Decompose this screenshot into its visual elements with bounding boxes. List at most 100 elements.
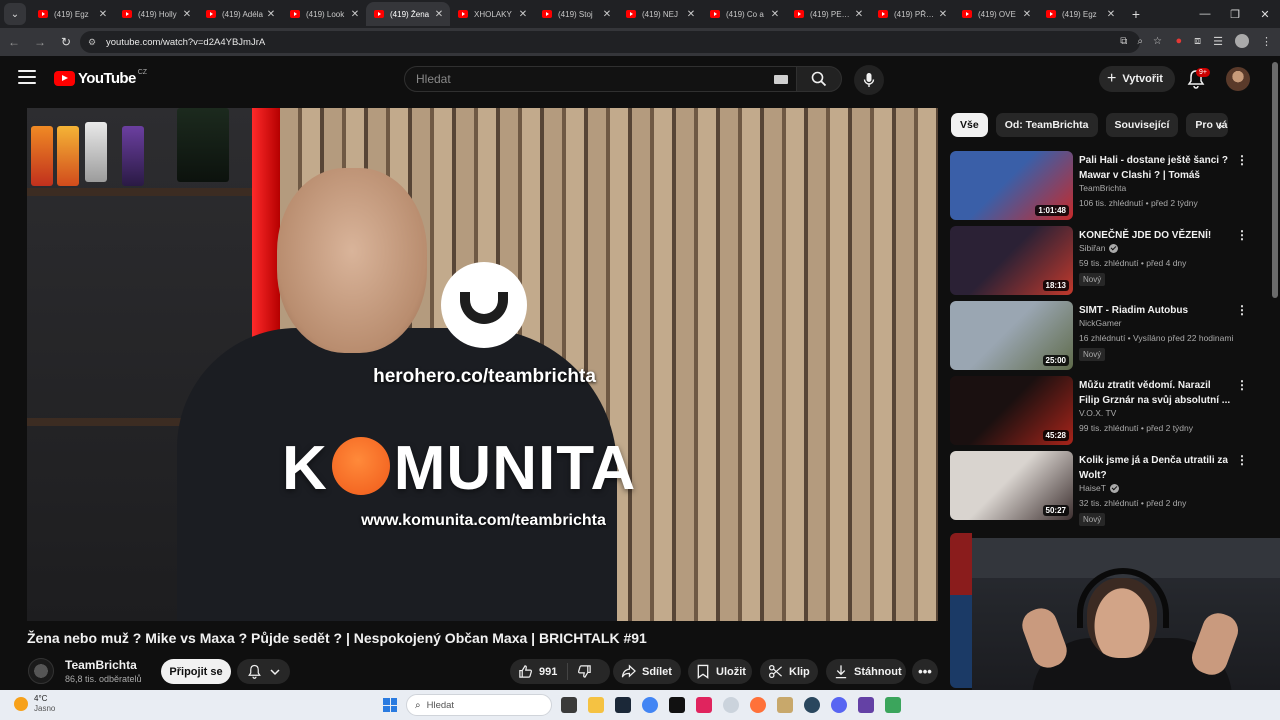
steam-client-icon[interactable] [804,697,820,713]
browser-menu-icon[interactable]: ⋮ [1261,35,1272,48]
dislike-button[interactable] [577,664,592,679]
browser-tab[interactable]: (419) Adéla ✕ [198,2,282,26]
reading-list-icon[interactable]: ☰ [1213,35,1223,48]
video-channel[interactable]: TeamBrichta [1079,183,1126,193]
tab-close-icon[interactable]: ✕ [348,9,362,20]
browser-tab[interactable]: (419) Look ✕ [282,2,366,26]
close-window-icon[interactable]: ✕ [1250,0,1280,28]
profile-icon[interactable] [1235,34,1249,48]
tab-close-icon[interactable]: ✕ [180,9,194,20]
video-channel[interactable]: NickGamer [1079,318,1122,328]
tab-close-icon[interactable]: ✕ [264,9,278,20]
recommended-video[interactable]: 45:28 Můžu ztratit vědomí. Narazil Filip … [950,376,1250,446]
recommended-video[interactable]: 1:01:48 Pali Hali - dostane ještě šanci ?… [950,151,1250,221]
channel-name[interactable]: NickGamer [1079,318,1122,328]
steam-icon[interactable] [615,697,631,713]
video-thumbnail[interactable]: 50:27 [950,451,1073,520]
page-scrollbar[interactable] [1272,62,1278,298]
next-recommendation-thumbnail[interactable] [950,533,972,688]
android-icon[interactable] [885,697,901,713]
browser-tab[interactable]: (419) NEJ ✕ [618,2,702,26]
browser-tab[interactable]: (419) Co a ✕ [702,2,786,26]
search-input[interactable] [416,72,756,86]
extensions-puzzle-icon[interactable]: ⧈ [1194,35,1201,48]
video-channel[interactable]: V.O.X. TV [1079,408,1116,418]
browser-tab[interactable]: (419) Stoj ✕ [534,2,618,26]
firefox-icon[interactable] [750,697,766,713]
video-thumbnail[interactable]: 18:13 [950,226,1073,295]
download-button[interactable]: Stáhnout [826,659,906,684]
video-title[interactable]: Pali Hali - dostane ještě šanci ? Mawar … [1079,153,1231,183]
taskbar-search-box[interactable]: ⌕ Hledat [406,694,552,716]
site-info-icon[interactable]: ⚙ [88,37,100,48]
more-actions-button[interactable]: ••• [912,659,938,684]
maximize-icon[interactable]: ❐ [1220,0,1250,28]
task-view-icon[interactable] [561,697,577,713]
minimize-icon[interactable]: — [1190,0,1220,28]
create-button[interactable]: + Vytvořit [1099,66,1175,92]
browser-tab[interactable]: (419) PERV ✕ [786,2,870,26]
tab-close-icon[interactable]: ✕ [768,9,782,20]
extension-record-icon[interactable]: ● [1175,35,1182,47]
keyboard-icon[interactable] [774,75,788,84]
recommended-video[interactable]: 50:27 Kolik jsme já a Denča utratili za W… [950,451,1250,526]
more-vertical-icon[interactable]: ⋮ [1236,228,1248,242]
video-player[interactable]: herohero.co/teambrichta K MUNITA www.komu… [27,108,938,621]
file-explorer-icon[interactable] [588,697,604,713]
video-title[interactable]: SIMT - Riadim Autobus [1079,303,1231,318]
more-vertical-icon[interactable]: ⋮ [1236,453,1248,467]
tab-close-icon[interactable]: ✕ [1020,9,1034,20]
clock-icon[interactable] [723,697,739,713]
browser-tab[interactable]: (419) PŘUŽ ✕ [870,2,954,26]
video-title[interactable]: Kolik jsme já a Denča utratili za Wolt? [1079,453,1231,483]
share-button[interactable]: Sdílet [613,659,681,684]
browser-tab[interactable]: (419) OVE ✕ [954,2,1038,26]
back-icon[interactable]: ← [2,30,26,54]
tab-close-icon[interactable]: ✕ [684,9,698,20]
tab-close-icon[interactable]: ✕ [1104,9,1118,20]
browser-tab[interactable]: XHOLAKY ✕ [450,2,534,26]
recommended-video[interactable]: 25:00 SIMT - Riadim Autobus NickGamer 16 zh… [950,301,1250,371]
more-vertical-icon[interactable]: ⋮ [1236,153,1248,167]
windows-start-icon[interactable] [383,698,397,712]
reload-icon[interactable]: ↻ [54,30,78,54]
tab-search-menu-button[interactable]: ⌄ [4,3,26,25]
tab-close-icon[interactable]: ✕ [516,9,530,20]
video-thumbnail[interactable]: 25:00 [950,301,1073,370]
subscription-bell-button[interactable] [237,659,290,684]
tab-close-icon[interactable]: ✕ [432,9,446,20]
tab-close-icon[interactable]: ✕ [600,9,614,20]
more-vertical-icon[interactable]: ⋮ [1236,303,1248,317]
channel-avatar[interactable] [28,658,54,684]
search-button[interactable] [796,66,842,92]
channel-name[interactable]: TeamBrichta [65,658,137,672]
youtube-logo[interactable]: YouTube CZ [54,69,147,87]
video-title[interactable]: Můžu ztratit vědomí. Narazil Filip Grzná… [1079,378,1231,408]
voice-search-button[interactable] [854,65,884,95]
save-button[interactable]: Uložit [688,659,752,684]
browser-tab[interactable]: (419) Žena ✕ [366,2,450,26]
menu-icon[interactable] [18,70,36,84]
browser-tab[interactable]: (419) Egz ✕ [1038,2,1122,26]
tab-close-icon[interactable]: ✕ [852,9,866,20]
browser-tab[interactable]: (419) Egz ✕ [30,2,114,26]
chevron-right-icon[interactable]: › [1218,117,1223,133]
channel-name[interactable]: HaiseT [1079,483,1106,493]
forward-icon[interactable]: → [28,30,52,54]
clip-button[interactable]: Klip [760,659,818,684]
install-app-icon[interactable]: ⧉ [1120,36,1127,47]
video-thumbnail[interactable]: 45:28 [950,376,1073,445]
new-tab-button[interactable]: + [1126,6,1146,22]
like-count[interactable]: 991 [539,666,557,678]
discord-icon[interactable] [831,697,847,713]
video-thumbnail[interactable]: 1:01:48 [950,151,1073,220]
bookmark-star-icon[interactable]: ☆ [1153,36,1162,47]
video-channel[interactable]: Sibiřan [1079,243,1119,253]
account-avatar[interactable] [1226,67,1250,91]
filter-chip[interactable]: Vše [951,113,988,137]
more-vertical-icon[interactable]: ⋮ [1236,378,1248,392]
recommended-video[interactable]: 18:13 KONEČNĚ JDE DO VĚZENÍ! Sibiřan 59 tis… [950,226,1250,296]
filter-chip[interactable]: Od: TeamBrichta [995,113,1098,137]
video-title[interactable]: KONEČNĚ JDE DO VĚZENÍ! [1079,228,1231,243]
video-channel[interactable]: HaiseT [1079,483,1119,493]
